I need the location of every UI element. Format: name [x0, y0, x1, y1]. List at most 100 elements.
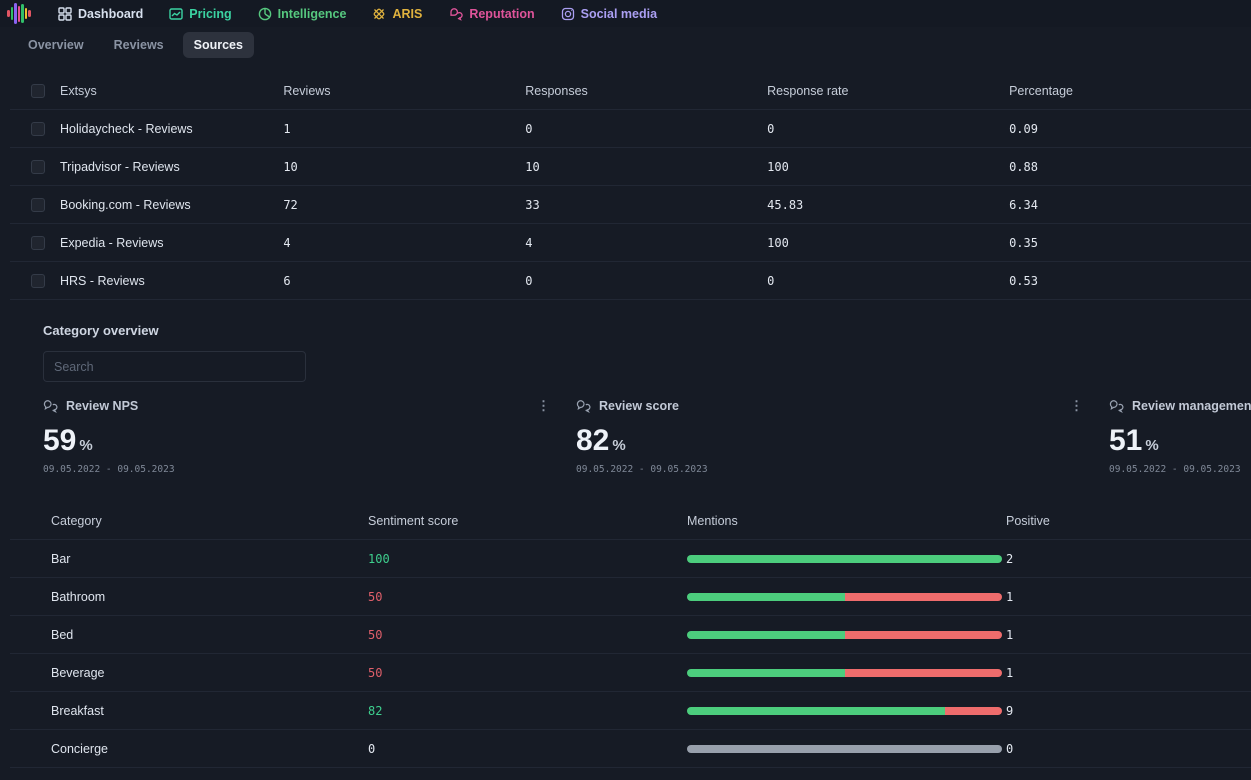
card-title: Review score [599, 399, 679, 413]
positive-value: 1 [1006, 665, 1014, 680]
category-row[interactable]: Breakfast 82 9 [10, 692, 1251, 730]
response-rate-value: 0 [767, 273, 775, 288]
source-row[interactable]: Tripadvisor - Reviews 10 10 100 0.88 [10, 148, 1251, 186]
nav-item-reputation[interactable]: Reputation [448, 6, 535, 21]
category-name: Bar [51, 551, 71, 566]
positive-value: 0 [1006, 741, 1014, 756]
percentage-value: 0.35 [1009, 235, 1038, 250]
percentage-value: 0.09 [1009, 121, 1038, 136]
card-title: Review management [1132, 399, 1251, 413]
responses-value: 4 [525, 235, 533, 250]
card-date-range: 09.05.2022 - 09.05.2023 [576, 464, 708, 475]
response-rate-value: 100 [767, 159, 789, 174]
mentions-bar [687, 744, 1002, 753]
card-value: 51 [1109, 424, 1143, 457]
kebab-menu-icon[interactable]: ⋮ [537, 399, 550, 412]
source-name: Expedia - Reviews [60, 235, 164, 250]
mentions-cell [687, 592, 1006, 601]
column-header-responses[interactable]: Responses [525, 84, 767, 98]
section-tabs: Overview Reviews Sources [0, 27, 1251, 63]
kpi-cards-row: Review NPS ⋮ 59 % 09.05.2022 - 09.05.202… [0, 399, 1251, 487]
positive-value: 9 [1006, 703, 1014, 718]
grid-icon [58, 6, 72, 21]
search-input[interactable] [43, 351, 306, 382]
category-row[interactable]: Beverage 50 1 [10, 654, 1251, 692]
column-header-mentions[interactable]: Mentions [687, 514, 1006, 528]
mentions-bar [687, 630, 1002, 639]
card-review-score: Review score ⋮ 82 % 09.05.2022 - 09.05.2… [576, 399, 1109, 487]
responses-value: 33 [525, 197, 540, 212]
card-value: 59 [43, 424, 77, 457]
chat-bubbles-icon [1109, 400, 1124, 413]
mentions-cell [687, 668, 1006, 677]
knot-icon [374, 8, 385, 19]
source-row[interactable]: HRS - Reviews 6 0 0 0.53 [10, 262, 1251, 300]
category-row[interactable]: Concierge 0 0 [10, 730, 1251, 768]
percentage-value: 0.53 [1009, 273, 1038, 288]
chat-bubbles-icon [450, 7, 464, 21]
category-row[interactable]: Bathroom 50 1 [10, 578, 1251, 616]
row-checkbox[interactable] [31, 235, 45, 250]
reviews-value: 6 [283, 273, 291, 288]
nav-item-intelligence[interactable]: Intelligence [258, 7, 346, 21]
card-unit: % [79, 437, 93, 454]
tab-overview[interactable]: Overview [17, 32, 95, 58]
camera-icon [561, 7, 574, 20]
row-checkbox[interactable] [31, 197, 45, 212]
category-row[interactable]: Bed 50 1 [10, 616, 1251, 654]
source-name: Tripadvisor - Reviews [60, 159, 180, 174]
column-header-category[interactable]: Category [51, 514, 368, 528]
nav-item-social-media[interactable]: Social media [561, 7, 657, 21]
nav-label: Dashboard [78, 6, 144, 21]
percentage-value: 0.88 [1009, 159, 1038, 174]
card-value: 82 [576, 424, 610, 457]
row-checkbox[interactable] [31, 159, 45, 174]
select-all-checkbox[interactable] [31, 83, 45, 98]
pie-chart-icon [258, 7, 271, 20]
card-unit: % [612, 437, 626, 454]
reviews-value: 4 [283, 235, 291, 250]
sources-table: Extsys Reviews Responses Response rate P… [10, 72, 1251, 300]
row-checkbox[interactable] [31, 121, 45, 136]
nav-label: Pricing [189, 6, 232, 21]
card-review-management: Review management 51 % 09.05.2022 - 09.0… [1109, 399, 1251, 487]
category-name: Bed [51, 627, 74, 642]
response-rate-value: 0 [767, 121, 775, 136]
category-overview-title: Category overview [43, 323, 159, 338]
app-logo-icon[interactable] [6, 3, 32, 25]
source-name: Holidaycheck - Reviews [60, 121, 193, 136]
response-rate-value: 45.83 [767, 197, 804, 212]
column-header-response-rate[interactable]: Response rate [767, 84, 1009, 98]
source-row[interactable]: Booking.com - Reviews 72 33 45.83 6.34 [10, 186, 1251, 224]
sentiment-score-value: 0 [368, 741, 376, 756]
card-title: Review NPS [66, 399, 139, 413]
source-row[interactable]: Expedia - Reviews 4 4 100 0.35 [10, 224, 1251, 262]
nav-label: Reputation [469, 6, 535, 21]
chat-bubbles-icon [43, 400, 58, 413]
column-header-sentiment-score[interactable]: Sentiment score [368, 514, 687, 528]
tab-sources[interactable]: Sources [182, 32, 254, 58]
source-row[interactable]: Holidaycheck - Reviews 1 0 0 0.09 [10, 110, 1251, 148]
category-row[interactable]: Bar 100 2 [10, 540, 1251, 578]
reviews-value: 72 [283, 197, 298, 212]
nav-item-aris[interactable]: ARIS [372, 7, 422, 21]
row-checkbox[interactable] [31, 273, 45, 288]
column-header-reviews[interactable]: Reviews [283, 84, 525, 98]
category-name: Bathroom [51, 589, 106, 604]
column-header-percentage[interactable]: Percentage [1009, 84, 1251, 98]
nav-label: Social media [580, 6, 658, 21]
card-unit: % [1145, 437, 1159, 454]
mentions-bar [687, 668, 1002, 677]
nav-item-dashboard[interactable]: Dashboard [58, 7, 143, 21]
kebab-menu-icon[interactable]: ⋮ [1070, 399, 1083, 412]
mentions-bar [687, 592, 1002, 601]
column-header-extsys[interactable]: Extsys [60, 84, 283, 98]
source-name: HRS - Reviews [60, 273, 145, 288]
tab-reviews[interactable]: Reviews [103, 32, 175, 58]
category-table: Category Sentiment score Mentions Positi… [10, 502, 1251, 768]
column-header-positive[interactable]: Positive [1006, 514, 1126, 528]
sentiment-score-value: 50 [368, 589, 383, 604]
mentions-bar [687, 706, 1002, 715]
sentiment-score-value: 100 [368, 551, 390, 566]
nav-item-pricing[interactable]: Pricing [169, 6, 232, 21]
